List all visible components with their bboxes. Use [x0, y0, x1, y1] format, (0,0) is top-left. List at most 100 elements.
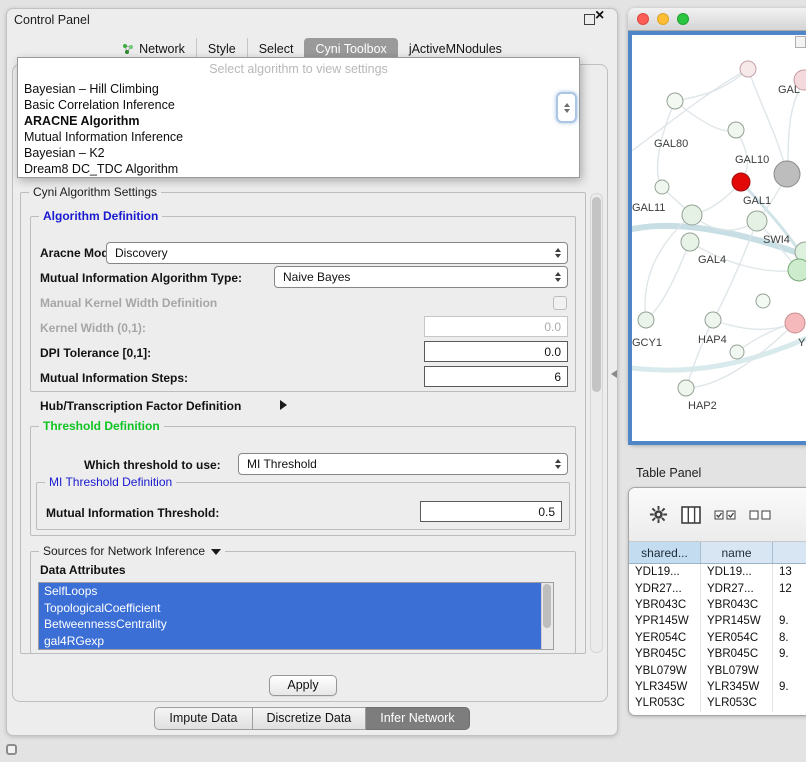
deselect-all-icon[interactable]	[749, 509, 771, 521]
tab-impute-data[interactable]: Impute Data	[154, 707, 252, 730]
table-row[interactable]: YDR27...YDR27...12	[629, 580, 806, 596]
tab-infer-network[interactable]: Infer Network	[366, 707, 469, 730]
close-traffic-light[interactable]	[637, 13, 649, 25]
network-node-label: Y	[798, 337, 806, 349]
apply-button[interactable]: Apply	[269, 675, 337, 696]
network-node[interactable]	[705, 312, 721, 328]
settings-scrollbar-thumb[interactable]	[592, 197, 601, 392]
gear-icon[interactable]	[649, 505, 668, 524]
network-canvas[interactable]: GALGAL80GAL10GAL11GAL1SWI4GAL4GCY1HAP4HA…	[632, 35, 806, 441]
which-threshold-value: MI Threshold	[247, 457, 317, 471]
which-threshold-select[interactable]: MI Threshold	[238, 453, 568, 475]
which-threshold-label: Which threshold to use:	[84, 458, 221, 472]
list-item-selected[interactable]: gal4RGexp	[39, 633, 541, 650]
algorithm-option[interactable]: Bayesian – Hill Climbing	[18, 81, 579, 97]
table-row[interactable]: YLR053CYLR053C	[629, 695, 806, 711]
mi-type-select[interactable]: Naive Bayes	[274, 266, 568, 288]
table-row[interactable]: YPR145WYPR145W9.	[629, 613, 806, 629]
table-row[interactable]: YER054CYER054C8.	[629, 630, 806, 646]
table-cell: YBR043C	[629, 597, 701, 613]
mi-steps-field[interactable]: 6	[424, 366, 568, 387]
sources-collapse-icon[interactable]	[211, 549, 221, 555]
list-item-selected[interactable]: SelfLoops	[39, 583, 541, 600]
aracne-mode-select[interactable]: Discovery	[106, 242, 568, 264]
network-node-label: HAP2	[688, 400, 717, 412]
table-cell	[773, 662, 806, 678]
network-node[interactable]	[682, 205, 702, 225]
network-node[interactable]	[638, 312, 654, 328]
network-node-label: GAL	[778, 84, 800, 96]
tab-discretize-data[interactable]: Discretize Data	[253, 707, 367, 730]
kernel-width-field[interactable]: 0.0	[424, 316, 568, 337]
algorithm-option[interactable]: Bayesian – K2	[18, 145, 579, 161]
table-cell: YPR145W	[629, 613, 701, 629]
network-node[interactable]	[756, 294, 770, 308]
algorithm-option[interactable]: Basic Correlation Inference	[18, 97, 579, 113]
network-tab-icon	[122, 43, 134, 55]
network-node[interactable]	[678, 380, 694, 396]
algorithm-option-selected[interactable]: ARACNE Algorithm	[18, 113, 579, 129]
network-node[interactable]	[681, 233, 699, 251]
table-header-row: shared... name	[629, 542, 806, 564]
network-node[interactable]	[732, 173, 750, 191]
network-node-label: GAL1	[743, 195, 771, 207]
birdseye-corner-button[interactable]	[795, 36, 806, 48]
mi-type-label: Mutual Information Algorithm Type:	[40, 271, 242, 285]
network-node[interactable]	[740, 61, 756, 77]
mi-threshold-label: Mutual Information Threshold:	[46, 506, 219, 520]
table-cell: YPR145W	[701, 613, 773, 629]
network-node[interactable]	[728, 122, 744, 138]
table-row[interactable]: YLR345WYLR345W9.	[629, 679, 806, 695]
network-node[interactable]	[774, 161, 800, 187]
network-node[interactable]	[655, 180, 669, 194]
aracne-mode-value: Discovery	[115, 246, 168, 260]
table-row[interactable]: YBR043CYBR043C	[629, 597, 806, 613]
network-node[interactable]	[730, 345, 744, 359]
select-all-icon[interactable]	[714, 509, 736, 521]
hub-expander-icon[interactable]	[280, 400, 287, 410]
network-node[interactable]	[785, 313, 805, 333]
algorithm-option[interactable]: Mutual Information Inference	[18, 129, 579, 145]
table-cell: YDR27...	[629, 580, 701, 596]
table-cell: YLR345W	[701, 679, 773, 695]
mi-threshold-field[interactable]: 0.5	[420, 501, 562, 522]
algorithm-option[interactable]: Dream8 DC_TDC Algorithm	[18, 161, 579, 177]
combo-arrows-icon	[555, 248, 561, 258]
settings-group-title: Cyni Algorithm Settings	[29, 185, 161, 199]
network-node[interactable]	[667, 93, 683, 109]
zoom-traffic-light[interactable]	[677, 13, 689, 25]
float-window-button[interactable]	[584, 14, 595, 25]
column-header-extra[interactable]	[773, 542, 806, 563]
algorithm-definition-title: Algorithm Definition	[39, 209, 162, 223]
columns-icon[interactable]	[681, 506, 701, 524]
algorithm-select-button[interactable]	[556, 92, 577, 123]
manual-kernel-checkbox[interactable]	[553, 296, 567, 310]
manual-kernel-label: Manual Kernel Width Definition	[40, 296, 217, 310]
network-node[interactable]	[747, 211, 767, 231]
list-scrollbar-thumb[interactable]	[543, 584, 551, 628]
list-item-selected[interactable]: TopologicalCoefficient	[39, 600, 541, 617]
minimize-traffic-light[interactable]	[657, 13, 669, 25]
network-node-label: GCY1	[632, 337, 662, 349]
network-node[interactable]	[788, 259, 806, 281]
table-row[interactable]: YDL19...YDL19...13	[629, 564, 806, 580]
column-header-shared-name[interactable]: shared...	[629, 542, 701, 563]
panel-splitter-handle[interactable]	[611, 370, 617, 378]
hidden-panel-icon[interactable]	[6, 744, 17, 755]
settings-scrollbar[interactable]	[590, 193, 603, 653]
table-cell: YER054C	[629, 630, 701, 646]
table-cell	[773, 597, 806, 613]
dpi-tolerance-field[interactable]: 0.0	[424, 341, 568, 362]
table-row[interactable]: YBR045CYBR045C9.	[629, 646, 806, 662]
close-icon[interactable]: ×	[595, 8, 604, 24]
list-scrollbar[interactable]	[541, 583, 553, 649]
list-item-selected[interactable]: BetweennessCentrality	[39, 616, 541, 633]
tab-label: Network	[139, 42, 185, 56]
table-panel-title: Table Panel	[636, 466, 701, 480]
table-cell: YDR27...	[701, 580, 773, 596]
column-header-name[interactable]: name	[701, 542, 773, 563]
table-row[interactable]: YBL079WYBL079W	[629, 662, 806, 678]
table-cell: YLR053C	[701, 695, 773, 711]
network-canvas-svg: GALGAL80GAL10GAL11GAL1SWI4GAL4GCY1HAP4HA…	[632, 35, 806, 441]
table-cell: 12	[773, 580, 806, 596]
